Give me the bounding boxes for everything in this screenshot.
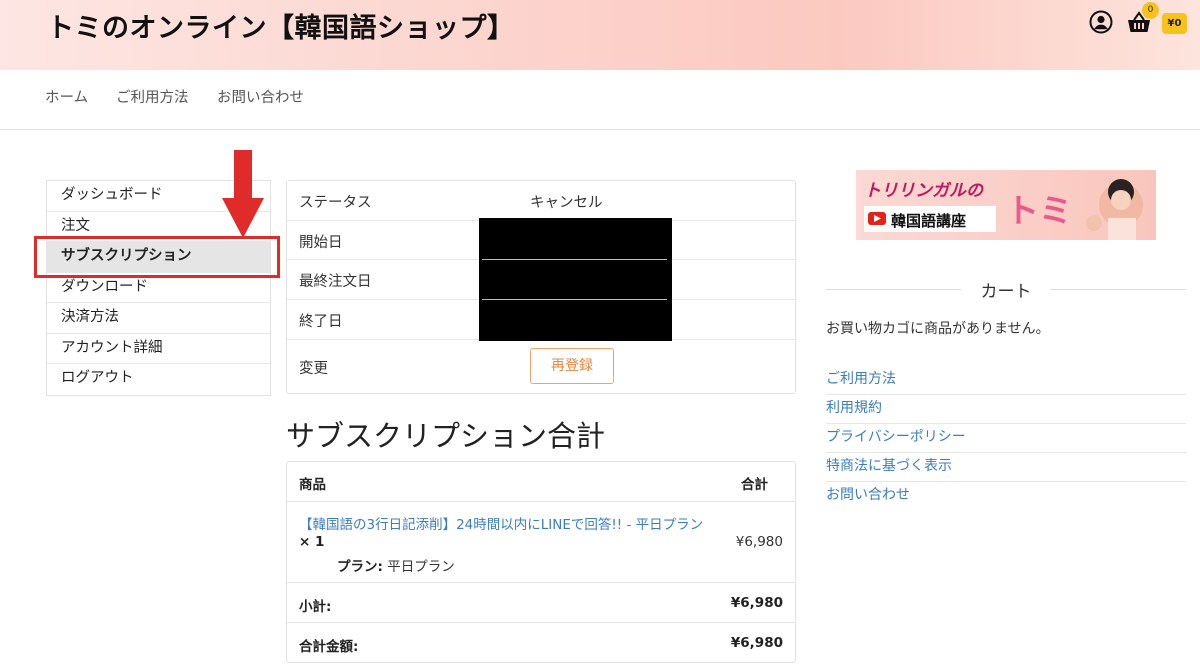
nav-item-home[interactable]: ホーム <box>45 86 88 107</box>
sidebar-link-how-to-use[interactable]: ご利用方法 <box>826 366 1186 395</box>
nav-item-how-to-use[interactable]: ご利用方法 <box>116 86 189 107</box>
detail-row-status: ステータス キャンセル <box>287 181 795 221</box>
account-nav-account-details[interactable]: アカウント詳細 <box>47 334 270 364</box>
product-line-total: ¥6,980 <box>735 534 783 550</box>
cart-widget-heading: カート <box>826 277 1186 302</box>
sidebar-link-contact[interactable]: お問い合わせ <box>826 482 1186 511</box>
column-header-product: 商品 <box>299 477 326 493</box>
product-link[interactable]: 【韓国語の3行日記添削】24時間以内にLINEで回答!! - 平日プラン <box>299 513 703 533</box>
main-nav: ホーム ご利用方法 お問い合わせ <box>0 70 1200 130</box>
red-down-arrow-icon <box>222 150 264 238</box>
account-nav-logout[interactable]: ログアウト <box>47 364 270 395</box>
grand-total-value: ¥6,980 <box>730 635 783 651</box>
account-nav-payment-methods[interactable]: 決済方法 <box>47 303 270 334</box>
totals-header-row: 商品 合計 <box>287 462 795 502</box>
detail-label: 終了日 <box>299 314 343 331</box>
detail-label: 変更 <box>299 360 328 377</box>
subscription-totals-title: サブスクリプション合計 <box>286 419 606 453</box>
cart-heading: カート <box>980 282 1032 302</box>
grand-total-row: 合計金額: ¥6,980 <box>287 623 795 662</box>
banner-course: 韓国語講座 <box>891 212 967 230</box>
detail-label: 最終注文日 <box>299 274 372 291</box>
sidebar-link-commerce-law[interactable]: 特商法に基づく表示 <box>826 453 1186 482</box>
banner-name: トミ <box>1006 191 1072 230</box>
subscription-totals-table: 商品 合計 【韓国語の3行日記添削】24時間以内にLINEで回答!! - 平日プ… <box>286 461 796 663</box>
plan-value: 平日プラン <box>387 559 455 575</box>
detail-row-actions: 変更 再登録 <box>287 340 795 393</box>
resubscribe-button[interactable]: 再登録 <box>530 347 614 384</box>
plan-label: プラン: <box>337 559 383 575</box>
plan-meta: プラン: 平日プラン <box>337 555 455 575</box>
subtotal-label: 小計: <box>299 599 332 615</box>
grand-total-label: 合計金額: <box>299 639 359 655</box>
nav-item-contact[interactable]: お問い合わせ <box>217 86 304 107</box>
subtotal-value: ¥6,980 <box>730 595 783 611</box>
korean-course-banner[interactable]: トリリンガルの 韓国語講座 トミ <box>856 170 1156 240</box>
site-title[interactable]: トミのオンライン【韓国語ショップ】 <box>47 6 515 45</box>
detail-label: ステータス <box>299 195 372 211</box>
red-highlight-box <box>34 236 280 278</box>
site-header: トミのオンライン【韓国語ショップ】 0 ¥0 <box>0 0 1200 70</box>
column-header-total: 合計 <box>741 477 768 493</box>
subtotal-row: 小計: ¥6,980 <box>287 583 795 623</box>
detail-label: 開始日 <box>299 234 343 251</box>
detail-value: キャンセル <box>530 195 603 211</box>
sidebar-link-terms[interactable]: 利用規約 <box>826 395 1186 424</box>
cart-empty-message: お買い物カゴに商品がありません。 <box>826 321 1050 337</box>
product-quantity: × 1 <box>299 534 325 550</box>
sidebar-links: ご利用方法 利用規約 プライバシーポリシー 特商法に基づく表示 お問い合わせ <box>826 366 1186 511</box>
product-row: 【韓国語の3行日記添削】24時間以内にLINEで回答!! - 平日プラン × 1… <box>287 502 795 583</box>
redaction-block <box>479 218 672 341</box>
user-account-icon[interactable] <box>1089 10 1113 34</box>
cart-total-badge[interactable]: ¥0 <box>1162 13 1187 34</box>
banner-title: トリリンガルの <box>864 181 983 201</box>
cart-count-badge: 0 <box>1142 2 1159 19</box>
sidebar-link-privacy-policy[interactable]: プライバシーポリシー <box>826 424 1186 453</box>
